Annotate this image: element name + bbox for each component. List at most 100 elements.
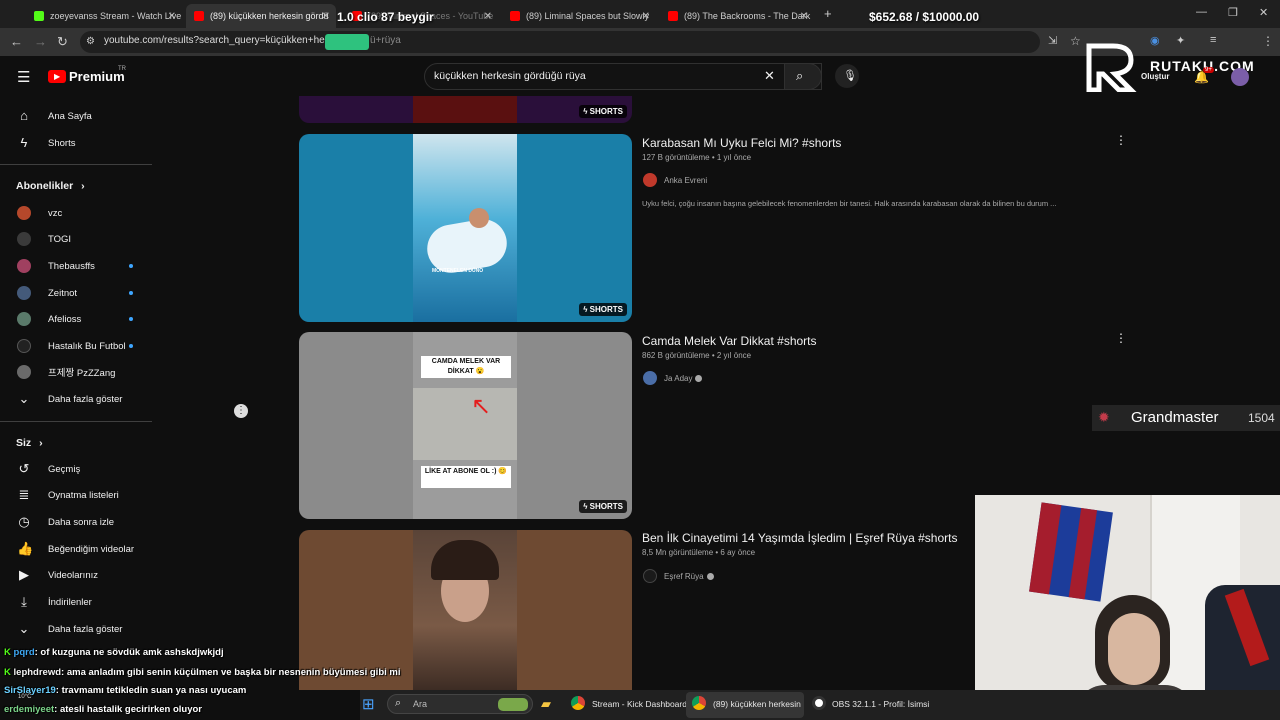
sidebar-item-home[interactable]: ⌂ Ana Sayfa [0,103,152,129]
youtube-premium-logo[interactable]: Premium [69,69,125,84]
sidebar-show-more-you[interactable]: ⌄ Daha fazla göster [0,616,152,642]
tab-label: zoeyevanss Stream - Watch Live [50,11,182,21]
thumbnail-caption-bottom: LİKE AT ABONE OL :) 😊 [424,468,508,475]
result-title[interactable]: Ben İlk Cinayetimi 14 Yaşımda İşledim | … [642,531,957,545]
sidebar-sub-afelioss[interactable]: Afelioss [0,306,152,332]
maximize-icon[interactable]: ❐ [1228,6,1238,19]
extensions-puzzle-icon[interactable]: ✦ [1176,34,1185,47]
channel-avatar[interactable] [643,569,657,583]
sidebar-sub-thebausffs[interactable]: Thebausffs [0,253,152,279]
sidebar-sub-vzc[interactable]: vzc [0,200,152,226]
channel-avatar[interactable] [643,371,657,385]
search-input[interactable]: küçükken herkesin gördüğü rüya [434,70,586,82]
channel-name[interactable]: Anka Evreni [664,176,707,185]
tab-label: (89) küçükken herkesin gördü [210,11,329,21]
close-icon[interactable]: ✕ [168,11,176,22]
tab-label: (89) The Backrooms - The Dark [684,11,811,21]
result-thumbnail[interactable] [299,530,632,690]
you-heading[interactable]: Siz › [16,437,43,449]
sidebar-item-label: Daha fazla göster [48,623,123,635]
close-icon[interactable]: ✕ [642,11,650,22]
chrome-icon[interactable] [692,696,706,710]
media-icon[interactable]: ≡ [1210,34,1216,46]
extension-icon[interactable]: ◉ [1150,34,1160,47]
taskbar-item-kick[interactable]: Stream - Kick Dashboard [592,699,687,709]
hamburger-menu-icon[interactable]: ☰ [17,68,30,86]
taskbar-item-obs[interactable]: OBS 32.1.1 - Profil: İsimsi [832,699,929,709]
youtube-logo-icon[interactable]: ▶ [48,70,66,83]
result-thumbnail[interactable]: MONTENELEN DÜNO ϟ SHORTS [299,134,632,322]
taskbar-search[interactable]: ⌕ Ara [387,694,533,714]
minimize-icon[interactable]: — [1196,6,1207,18]
webcam-feed [975,495,1280,720]
close-icon[interactable]: ✕ [800,11,808,22]
channel-name[interactable]: Eşref Rüya [664,572,714,581]
browser-menu-icon[interactable]: ⋮ [1262,34,1274,48]
sidebar-item-playlists[interactable]: ≣ Oynatma listeleri [0,482,152,508]
taskbar-item-youtube[interactable]: (89) küçükken herkesin [713,699,801,709]
close-icon[interactable]: ✕ [322,11,330,22]
channel-avatar[interactable] [643,173,657,187]
bookmark-star-icon[interactable]: ☆ [1070,34,1081,48]
sidebar-sub-hastalik[interactable]: Hastalık Bu Futbol [0,333,152,359]
youtube-icon [668,11,678,21]
browser-tab-youtube-search[interactable]: (89) küçükken herkesin gördü ✕ [186,4,336,28]
new-tab-button[interactable]: + [824,6,832,21]
sidebar-item-your-videos[interactable]: ▶ Videolarınız [0,562,152,588]
clear-search-icon[interactable]: ✕ [764,68,775,84]
sidebar-sub-togi[interactable]: TOGI [0,226,152,252]
search-feedback-icon[interactable]: ⋮ [234,404,248,418]
browser-tab-backrooms[interactable]: (89) The Backrooms - The Dark ✕ [660,4,814,28]
shorts-badge-label: SHORTS [589,305,623,314]
account-avatar[interactable] [1231,68,1249,86]
sidebar-item-shorts[interactable]: ϟ Shorts [0,130,152,156]
result-menu-icon[interactable]: ⋮ [1115,331,1127,345]
channel-name[interactable]: Ja Aday [664,374,703,383]
result-thumbnail[interactable]: CAMDA MELEK VAR DİKKAT 😮 ↖ LİKE AT ABONE… [299,332,632,519]
voice-search-button[interactable]: 🎙 [835,64,859,88]
video-icon: ▶ [19,567,29,582]
microphone-icon: 🎙 [843,70,857,82]
file-explorer-icon[interactable]: ▰ [541,696,551,712]
back-icon[interactable]: ← [10,34,23,49]
url-text[interactable]: youtube.com/results?search_query=küçükke… [104,35,344,46]
channel-avatar [17,259,31,273]
browser-tab-liminal[interactable]: (89) Liminal Spaces but Slowly ✕ [502,4,656,28]
sidebar-item-watch-later[interactable]: ◷ Daha sonra izle [0,509,152,535]
chevron-right-icon: › [39,437,43,449]
windows-start-icon[interactable]: ⊞ [362,695,375,713]
weather-widget[interactable]: 10°C [18,694,31,700]
result-menu-icon[interactable]: ⋮ [1115,133,1127,147]
sidebar-item-downloads[interactable]: ⤓ İndirilenler [0,589,152,615]
sidebar-item-label: vzc [48,207,63,219]
result-title[interactable]: Karabasan Mı Uyku Felci Mi? #shorts [642,136,841,150]
channel-avatar [17,365,31,379]
create-button[interactable]: Oluştur [1141,72,1169,81]
result-title[interactable]: Camda Melek Var Dikkat #shorts [642,334,817,348]
install-icon[interactable]: ⇲ [1048,34,1057,47]
chrome-icon[interactable] [571,696,585,710]
close-icon[interactable]: ✕ [484,11,492,22]
sidebar-sub-zeitnot[interactable]: Zeitnot [0,280,152,306]
forward-icon[interactable]: → [34,34,47,49]
site-info-icon[interactable]: ⚙ [86,36,95,47]
browser-tab-kick[interactable]: zoeyevanss Stream - Watch Live ✕ [26,4,182,28]
sidebar-sub-pzzzang[interactable]: 프제짱 PzZZang [0,359,152,385]
thumbnail-caption-top: CAMDA MELEK VAR DİKKAT 😮 [431,358,501,375]
subscriptions-heading[interactable]: Abonelikler › [16,180,85,192]
sidebar-item-history[interactable]: ↺ Geçmiş [0,456,152,482]
shorts-badge: ϟ SHORTS [579,303,627,316]
sidebar-show-more-subs[interactable]: ⌄ Daha fazla göster [0,386,152,412]
result-thumbnail[interactable]: ϟ SHORTS [299,96,632,123]
sidebar-item-liked[interactable]: 👍 Beğendiğim videolar [0,536,152,562]
new-content-dot [129,264,133,268]
sidebar-item-label: TOGI [48,233,72,245]
reload-icon[interactable]: ↻ [57,34,68,50]
chevron-down-icon: ⌄ [18,391,30,406]
obs-icon[interactable] [812,696,826,710]
close-window-icon[interactable]: ✕ [1259,6,1268,19]
download-icon: ⤓ [21,594,27,609]
search-button[interactable]: ⌕ [784,63,822,90]
chat-username: pqrd [13,647,35,658]
result-meta: 127 B görüntüleme • 1 yıl önce [642,153,752,162]
